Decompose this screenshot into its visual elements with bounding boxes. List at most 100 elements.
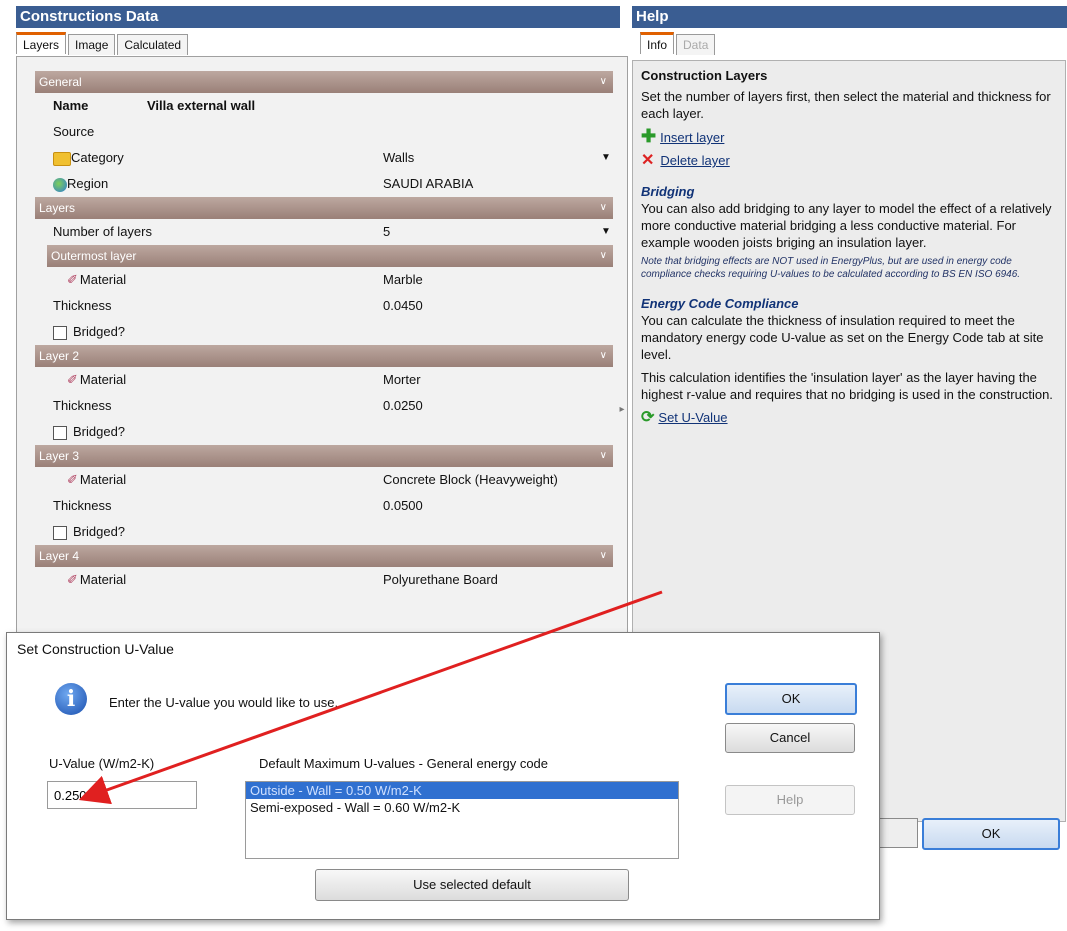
material-label: Material <box>79 572 127 587</box>
tab-layers[interactable]: Layers <box>16 32 67 54</box>
dialog-ok-button[interactable]: OK <box>725 683 857 715</box>
use-selected-default-button[interactable]: Use selected default <box>315 869 629 901</box>
delete-x-icon: ✕ <box>641 152 655 169</box>
collapse-chevron-icon[interactable]: ∨ <box>600 445 607 467</box>
material-value[interactable]: Concrete Block (Heavyweight) <box>383 467 558 493</box>
splitter-handle[interactable]: ▸ <box>616 360 628 460</box>
thickness-value[interactable]: 0.0250 <box>383 393 423 419</box>
help-heading: Construction Layers <box>641 68 768 83</box>
section-layer-3[interactable]: Layer 3 ∨ <box>35 445 613 467</box>
material-row[interactable]: ✐ Material Concrete Block (Heavyweight) <box>67 467 627 493</box>
bridged-row[interactable]: Bridged? <box>53 319 627 345</box>
collapse-chevron-icon[interactable]: ∨ <box>600 71 607 93</box>
category-label: Category <box>71 150 124 165</box>
material-label: Material <box>79 472 127 487</box>
main-ok-button[interactable]: OK <box>922 818 1060 850</box>
thickness-label: Thickness <box>53 298 112 313</box>
section-layer-4[interactable]: Layer 4 ∨ <box>35 545 613 567</box>
tab-calculated[interactable]: Calculated <box>117 34 189 55</box>
number-of-layers-value[interactable]: 5 <box>383 219 390 245</box>
bridged-label: Bridged? <box>73 524 126 539</box>
bridged-checkbox[interactable] <box>53 525 67 540</box>
thickness-value[interactable]: 0.0500 <box>383 493 423 519</box>
region-label: Region <box>67 176 109 191</box>
defaults-listbox[interactable]: Outside - Wall = 0.50 W/m2-K Semi-expose… <box>245 781 679 859</box>
default-option[interactable]: Semi-exposed - Wall = 0.60 W/m2-K <box>246 799 678 816</box>
thickness-value[interactable]: 0.0450 <box>383 293 423 319</box>
category-row[interactable]: Category Walls ▼ <box>53 145 627 171</box>
dropdown-arrow-icon[interactable]: ▼ <box>601 145 611 171</box>
insert-layer-row[interactable]: ✚ Insert layer <box>641 126 1057 146</box>
name-label: Name <box>53 98 89 113</box>
dialog-help-button[interactable]: Help <box>725 785 855 815</box>
source-label: Source <box>53 124 95 139</box>
bridged-checkbox[interactable] <box>53 325 67 340</box>
region-value[interactable]: SAUDI ARABIA <box>383 171 473 197</box>
section-layers[interactable]: Layers ∨ <box>35 197 613 219</box>
thickness-row[interactable]: Thickness 0.0500 <box>53 493 627 519</box>
bridged-row[interactable]: Bridged? <box>53 519 627 545</box>
bridging-text: You can also add bridging to any layer t… <box>641 201 1052 250</box>
set-uvalue-link[interactable]: Set U-Value <box>658 410 727 425</box>
set-uvalue-row[interactable]: ⟳ Set U-Value <box>641 409 1057 426</box>
dialog-cancel-button[interactable]: Cancel <box>725 723 855 753</box>
delete-layer-link[interactable]: Delete layer <box>660 153 729 168</box>
thickness-label: Thickness <box>53 398 112 413</box>
tab-image[interactable]: Image <box>68 34 116 55</box>
bridged-checkbox[interactable] <box>53 425 67 440</box>
info-icon: i <box>55 683 87 715</box>
number-of-layers-label: Number of layers <box>53 224 152 239</box>
source-row: Source <box>53 119 627 145</box>
material-row[interactable]: ✐ Material Morter <box>67 367 627 393</box>
tab-info[interactable]: Info <box>640 32 675 54</box>
dropdown-arrow-icon[interactable]: ▼ <box>601 219 611 245</box>
energy-code-text-2: This calculation identifies the 'insulat… <box>641 370 1053 402</box>
bridging-note: Note that bridging effects are NOT used … <box>641 256 1021 280</box>
thickness-label: Thickness <box>53 498 112 513</box>
delete-layer-row[interactable]: ✕ Delete layer <box>641 152 1057 169</box>
collapse-chevron-icon[interactable]: ∨ <box>600 197 607 219</box>
bridged-row[interactable]: Bridged? <box>53 419 627 445</box>
bridging-heading: Bridging <box>641 184 695 199</box>
section-layers-label: Layers <box>39 201 76 215</box>
thickness-row[interactable]: Thickness 0.0450 <box>53 293 627 319</box>
uvalue-input[interactable] <box>47 781 197 809</box>
thickness-row[interactable]: Thickness 0.0250 <box>53 393 627 419</box>
section-outermost-layer[interactable]: Outermost layer ∨ <box>47 245 613 267</box>
collapse-chevron-icon[interactable]: ∨ <box>600 345 607 367</box>
constructions-pane-title: Constructions Data <box>16 6 620 28</box>
help-tabs: Info Data <box>640 30 717 56</box>
insert-layer-link[interactable]: Insert layer <box>660 130 724 145</box>
material-row[interactable]: ✐ Material Polyurethane Board <box>67 567 627 593</box>
folder-icon <box>53 151 71 166</box>
collapse-chevron-icon[interactable]: ∨ <box>600 245 607 267</box>
help-pane-title: Help <box>632 6 1067 28</box>
material-value[interactable]: Polyurethane Board <box>383 567 498 593</box>
bridged-label: Bridged? <box>73 424 126 439</box>
material-row[interactable]: ✐ Material Marble <box>67 267 627 293</box>
tab-data[interactable]: Data <box>676 34 716 55</box>
layer-header-label: Outermost layer <box>51 249 137 263</box>
material-label: Material <box>79 272 127 287</box>
section-general[interactable]: General ∨ <box>35 71 613 93</box>
layers-panel: General ∨ Name Villa external wall Source … <box>16 56 628 638</box>
energy-code-text: You can calculate the thickness of insul… <box>641 313 1044 362</box>
default-option[interactable]: Outside - Wall = 0.50 W/m2-K <box>246 782 678 799</box>
bridged-label: Bridged? <box>73 324 126 339</box>
partially-hidden-button[interactable] <box>876 818 918 848</box>
layer-header-label: Layer 2 <box>39 349 80 363</box>
section-layer-2[interactable]: Layer 2 ∨ <box>35 345 613 367</box>
dialog-title: Set Construction U-Value <box>17 641 174 657</box>
energy-code-heading: Energy Code Compliance <box>641 296 799 311</box>
material-label: Material <box>79 372 127 387</box>
region-row[interactable]: Region SAUDI ARABIA <box>53 171 627 197</box>
material-brush-icon: ✐ <box>67 272 78 287</box>
material-value[interactable]: Marble <box>383 267 423 293</box>
material-value[interactable]: Morter <box>383 367 421 393</box>
plus-icon: ✚ <box>641 126 657 146</box>
constructions-tabs: Layers Image Calculated <box>16 30 190 56</box>
collapse-chevron-icon[interactable]: ∨ <box>600 545 607 567</box>
number-of-layers-row[interactable]: Number of layers 5 ▼ <box>53 219 627 245</box>
name-value[interactable]: Villa external wall <box>147 93 255 119</box>
category-value[interactable]: Walls <box>383 145 414 171</box>
